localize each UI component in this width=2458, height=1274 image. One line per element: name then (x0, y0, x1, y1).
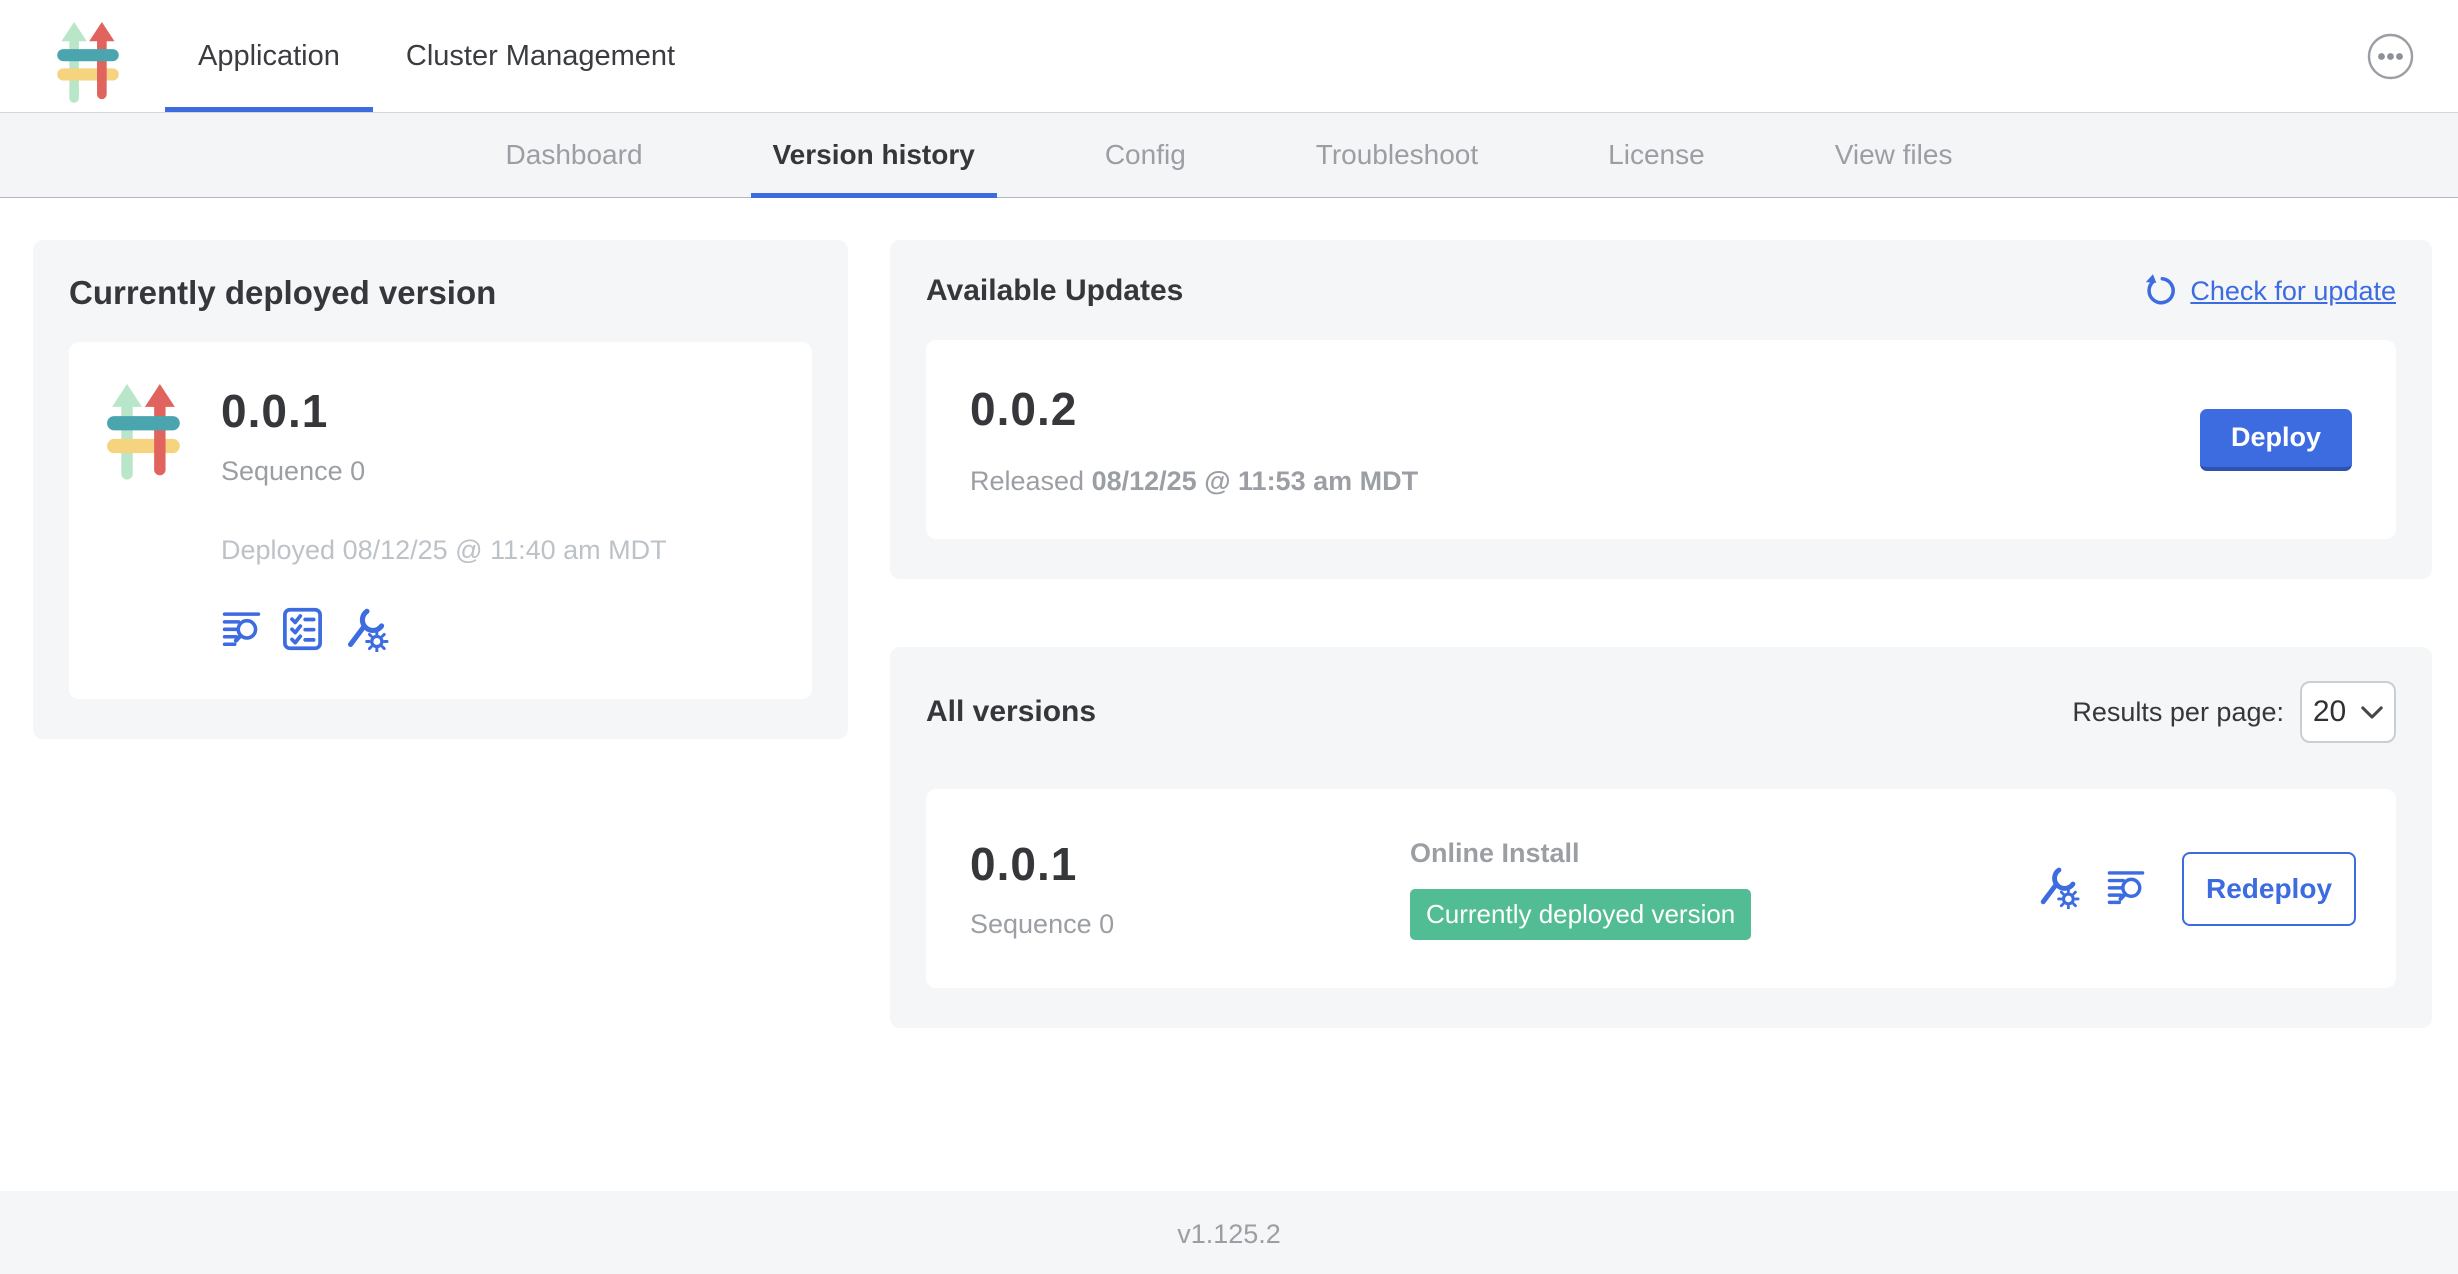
log-magnifier-icon (221, 607, 262, 654)
check-for-update-label: Check for update (2190, 276, 2396, 307)
update-version-number: 0.0.2 (970, 382, 1418, 436)
console-version: v1.125.2 (1177, 1191, 1281, 1250)
ellipsis-icon (2367, 68, 2414, 83)
results-per-page-label: Results per page: (2072, 697, 2284, 728)
edit-config-button[interactable] (343, 606, 389, 655)
main-content: Currently deployed version 0.0.1 Sequenc… (0, 198, 2458, 1191)
update-row: 0.0.2 Released 08/12/25 @ 11:53 am MDT D… (926, 340, 2396, 539)
tab-application[interactable]: Application (165, 0, 373, 112)
row-sequence: Sequence 0 (970, 909, 1410, 940)
deployed-sequence: Sequence 0 (221, 456, 667, 487)
refresh-icon (2143, 274, 2177, 308)
available-updates-card: Available Updates Check for update 0.0.2… (890, 240, 2432, 579)
deployed-version-box: 0.0.1 Sequence 0 Deployed 08/12/25 @ 11:… (69, 342, 812, 699)
deploy-button[interactable]: Deploy (2200, 409, 2352, 471)
update-released-line: Released 08/12/25 @ 11:53 am MDT (970, 466, 1418, 497)
checklist-icon (282, 607, 323, 654)
subnav-tab-config[interactable]: Config (1083, 113, 1208, 197)
row-view-diff-button[interactable] (2106, 866, 2146, 912)
redeploy-button[interactable]: Redeploy (2182, 852, 2356, 926)
subnav-tab-version-history[interactable]: Version history (751, 113, 997, 197)
overflow-menu-button[interactable] (2367, 33, 2414, 80)
subnav-tab-dashboard[interactable]: Dashboard (484, 113, 665, 197)
subnav-tab-license[interactable]: License (1586, 113, 1727, 197)
row-install-type: Online Install (1410, 838, 2036, 869)
currently-deployed-title: Currently deployed version (69, 274, 812, 312)
released-label: Released (970, 466, 1092, 496)
wrench-gear-icon (2036, 865, 2080, 912)
deployed-actions (221, 606, 667, 655)
preflight-checks-button[interactable] (282, 607, 323, 654)
deployed-version-number: 0.0.1 (221, 384, 667, 438)
released-date: 08/12/25 @ 11:53 am MDT (1092, 466, 1419, 496)
view-diff-button[interactable] (221, 607, 262, 654)
row-edit-config-button[interactable] (2036, 865, 2080, 912)
results-per-page-value: 20 (2313, 695, 2346, 729)
currently-deployed-card: Currently deployed version 0.0.1 Sequenc… (33, 240, 848, 739)
results-per-page-select[interactable]: 20 (2300, 681, 2396, 743)
all-versions-title: All versions (926, 695, 1096, 729)
version-row: 0.0.1 Sequence 0 Online Install Currentl… (926, 789, 2396, 988)
top-header: Application Cluster Management (0, 0, 2458, 113)
page-footer: v1.125.2 (0, 1191, 2458, 1274)
chevron-down-icon (2361, 706, 2383, 719)
tab-cluster-management[interactable]: Cluster Management (373, 0, 708, 112)
deployed-app-logo-icon (107, 384, 187, 655)
check-for-update-link[interactable]: Check for update (2143, 274, 2396, 308)
available-updates-title: Available Updates (926, 274, 1183, 308)
deployed-timestamp: Deployed 08/12/25 @ 11:40 am MDT (221, 535, 667, 566)
app-logo-icon (57, 22, 125, 112)
top-nav: Application Cluster Management (165, 0, 708, 112)
wrench-gear-icon (343, 606, 389, 655)
currently-deployed-badge: Currently deployed version (1410, 889, 1751, 940)
subnav-tab-view-files[interactable]: View files (1813, 113, 1975, 197)
app-subnav: Dashboard Version history Config Trouble… (0, 113, 2458, 198)
subnav-tab-troubleshoot[interactable]: Troubleshoot (1294, 113, 1500, 197)
row-version-number: 0.0.1 (970, 837, 1410, 891)
all-versions-card: All versions Results per page: 20 0.0 (890, 647, 2432, 1028)
log-magnifier-icon (2106, 866, 2146, 912)
